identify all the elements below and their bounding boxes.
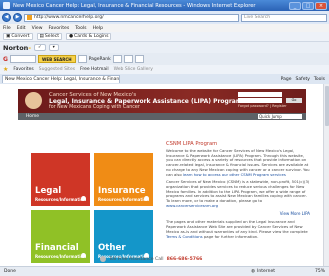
other-services-link[interactable]: learn how to access our other CSNM Progr… (183, 172, 286, 177)
intro-paragraph: Welcome to the website for Cancer Servic… (166, 148, 310, 177)
url-text: http://www.nmcancerhelp.org/ (34, 15, 104, 20)
menu-favorites[interactable]: Favorites (49, 26, 70, 31)
menu-tools[interactable]: Tools (75, 26, 86, 31)
username-field[interactable] (238, 92, 282, 97)
google-search-input[interactable] (9, 55, 36, 63)
insurance-tile-subtitle: Resources/Information (98, 197, 150, 202)
toolbar-tool[interactable] (123, 55, 133, 63)
site-banner: Cancer Services of New Mexico's Legal, I… (18, 89, 306, 113)
safety-menu[interactable]: Safety (296, 77, 310, 82)
back-button[interactable]: ◀ (2, 13, 11, 22)
toolbar-tool[interactable] (112, 55, 122, 63)
status-text: Done (4, 269, 16, 274)
toll-free-number[interactable]: 866-686-5766 (167, 257, 203, 262)
tab-bar: New Mexico Cancer Help: Legal, Insurance… (0, 74, 329, 84)
pdf-icon: ▣ (6, 34, 11, 39)
about-paragraph: Cancer Services of New Mexico (CSNM) is … (166, 179, 310, 208)
web-search-button[interactable]: WEB SEARCH (37, 55, 76, 63)
toolbar-tool[interactable] (134, 55, 144, 63)
zoom-level[interactable]: 75% (315, 269, 325, 274)
menu-help[interactable]: Help (93, 26, 103, 31)
login-box: Go Forgot password? | Register (238, 92, 302, 110)
tools-menu[interactable]: Tools (314, 77, 325, 82)
banner-line3: for New Mexicans Coping with Cancer (49, 105, 140, 110)
security-zone: ◍ Internet (251, 269, 275, 274)
main-content: CSNM LIPA Program Welcome to the website… (166, 141, 310, 242)
financial-tile[interactable]: Financial Resources/Information (31, 210, 90, 263)
terms-link[interactable]: Terms & Conditions (166, 234, 203, 239)
ie-icon (3, 2, 10, 9)
password-field[interactable] (238, 98, 282, 103)
toll-free-label: Toll Free Assistance Call (109, 256, 164, 262)
select-icon: ▤ (39, 34, 44, 39)
menu-file[interactable]: File (3, 26, 11, 31)
url-field[interactable]: http://www.nmcancerhelp.org/ (24, 13, 239, 22)
phone-icon (100, 256, 106, 262)
card-icon: ● (69, 34, 74, 39)
favorites-bar: ★ Favorites Suggested Sites Free Hotmail… (0, 65, 329, 74)
csnm-website-link[interactable]: www.cancerservicesnm.org (166, 203, 218, 208)
google-icon: G (3, 55, 8, 63)
legal-tile[interactable]: Legal Resources/Information (31, 153, 90, 206)
banner-line2: Legal, Insurance & Paperwork Assistance … (49, 98, 243, 105)
browser-tab[interactable]: New Mexico Cancer Help: Legal, Insurance… (2, 75, 120, 83)
maximize-button[interactable]: □ (302, 1, 314, 10)
insurance-tile-title: Insurance (98, 186, 146, 196)
vertical-scrollbar[interactable] (323, 84, 329, 266)
pagerank-label[interactable]: PageRank (89, 57, 111, 62)
financial-tile-subtitle: Resources/Information (35, 254, 87, 259)
toolbar-tool[interactable] (77, 55, 87, 63)
norton-identity[interactable]: ▾ (48, 44, 59, 51)
toll-free-line: Toll Free Assistance Call 866-686-5766 (100, 256, 202, 262)
arrow-icon (81, 253, 86, 258)
login-links[interactable]: Forgot password? | Register (238, 104, 302, 108)
close-button[interactable]: × (315, 1, 327, 10)
select-button[interactable]: ▤ Select (36, 33, 63, 40)
go-button[interactable]: Go (286, 98, 302, 103)
norton-logo[interactable]: Norton- (3, 44, 31, 52)
menu-bar: File Edit View Favorites Tools Help (0, 24, 329, 32)
financial-tile-title: Financial (35, 243, 79, 253)
view-more-link[interactable]: View More LIPA (166, 211, 310, 216)
page-icon (27, 15, 32, 20)
favorites-star-icon[interactable]: ★ (3, 66, 8, 73)
nav-row: Home Quick Jump (18, 113, 306, 120)
suggested-sites-link[interactable]: Suggested Sites (39, 67, 75, 72)
favorites-button[interactable]: Favorites (13, 67, 33, 72)
search-input[interactable]: Live Search (241, 13, 327, 22)
scroll-thumb[interactable] (325, 86, 329, 126)
disclaimer-paragraph: The pages and other materials supplied o… (166, 219, 308, 239)
globe-icon: ◍ (251, 269, 256, 274)
menu-view[interactable]: View (32, 26, 43, 31)
arrow-icon (81, 196, 86, 201)
menu-edit[interactable]: Edit (17, 26, 26, 31)
norton-toolbar: Norton- ✓ ▾ (0, 42, 329, 53)
web-page: Cancer Services of New Mexico's Legal, I… (0, 84, 329, 266)
title-bar: New Mexico Cancer Help: Legal, Insurance… (0, 0, 329, 11)
csnm-logo[interactable] (25, 92, 42, 109)
minimize-button[interactable]: _ (289, 1, 301, 10)
norton-safe-web[interactable]: ✓ (34, 44, 46, 51)
cards-logins-button[interactable]: ● Cards & Logins (66, 33, 112, 40)
page-menu[interactable]: Page (281, 77, 292, 82)
content-title: CSNM LIPA Program (166, 141, 218, 147)
legal-tile-subtitle: Resources/Information (35, 197, 87, 202)
toolbar-convert: ▣ Convert ▤ Select ● Cards & Logins (0, 32, 329, 42)
address-bar: ◀ ▶ http://www.nmcancerhelp.org/ Live Se… (0, 11, 329, 24)
home-link[interactable]: Home (26, 114, 39, 119)
other-tile-title: Other (98, 243, 126, 253)
quick-jump-select[interactable]: Quick Jump (258, 114, 302, 119)
legal-tile-title: Legal (35, 186, 62, 196)
free-hotmail-link[interactable]: Free Hotmail (80, 67, 109, 72)
convert-button[interactable]: ▣ Convert (3, 33, 33, 40)
insurance-tile[interactable]: Insurance Resources/Information (94, 153, 153, 206)
forward-button[interactable]: ▶ (13, 13, 22, 22)
status-bar: Done ◍ Internet 75% (0, 266, 329, 276)
google-toolbar: G WEB SEARCH PageRank (0, 53, 329, 65)
arrow-icon (144, 196, 149, 201)
web-slice-gallery-link[interactable]: Web Slice Gallery (114, 67, 153, 72)
window-title: New Mexico Cancer Help: Legal, Insurance… (13, 2, 256, 9)
